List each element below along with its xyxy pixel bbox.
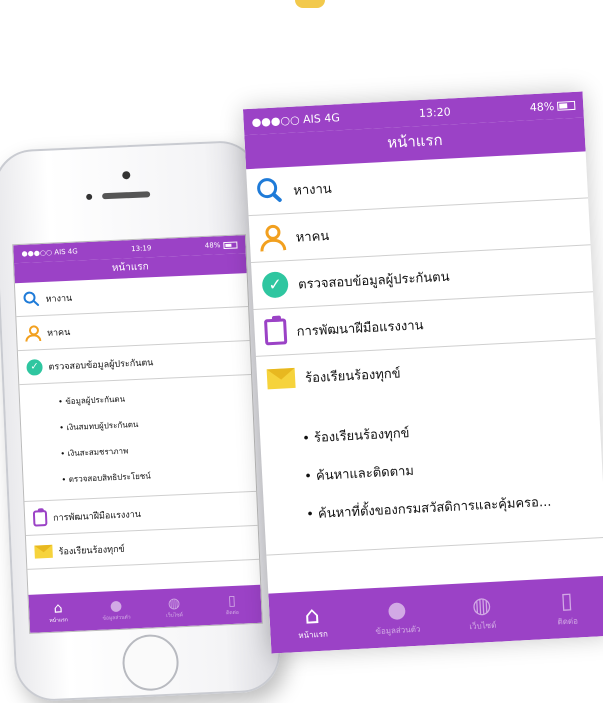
clipboard-icon (32, 507, 48, 527)
clipboard-icon (264, 315, 288, 346)
globe-icon: ◍ (471, 592, 493, 619)
phone-sensor (86, 193, 93, 201)
profile-icon: ● (109, 597, 123, 615)
check-circle-icon: ✓ (261, 271, 289, 299)
carrier-label: ●●●○○ AIS 4G (251, 110, 341, 129)
menu-item-label: การพัฒนาฝีมือแรงงาน (296, 317, 424, 340)
tab-website[interactable]: ◍ เว็บไซต์ (144, 587, 204, 627)
tab-label: เว็บไซต์ (165, 612, 184, 619)
phone-speaker (102, 191, 151, 200)
mail-icon (34, 544, 53, 559)
menu-item-label: ร้องเรียนร้องทุกข์ (58, 544, 125, 558)
tab-contact[interactable]: ▯ ติดต่อ (523, 576, 603, 640)
phone-screen: ●●●○○ AIS 4G 13:19 48% หน้าแรก หางาน หาค… (12, 234, 263, 634)
menu-item-label: ร้องเรียนร้องทุกข์ (304, 365, 401, 386)
profile-icon: ● (386, 596, 408, 623)
menu-item-label: การพัฒนาฝีมือแรงงาน (52, 509, 142, 524)
battery-indicator: 48% (204, 240, 238, 250)
tab-website[interactable]: ◍ เว็บไซต์ (438, 580, 526, 644)
tab-label: หน้าแรก (298, 629, 329, 640)
tab-label: ติดต่อ (225, 609, 239, 617)
tab-label: หน้าแรก (49, 617, 68, 625)
app-screen-panel: ●●●○○ AIS 4G 13:20 48% หน้าแรก หางาน หาค… (242, 91, 603, 654)
search-icon (256, 177, 284, 204)
phone-icon: ▯ (559, 588, 574, 614)
tab-home[interactable]: ⌂ หน้าแรก (268, 589, 356, 653)
menu-item-label: ตรวจสอบข้อมูลผู้ประกันตน (297, 269, 450, 293)
check-circle-icon: ✓ (26, 358, 43, 376)
battery-icon (556, 100, 576, 111)
user-icon (259, 224, 287, 252)
battery-label: 48% (204, 241, 221, 250)
decorative-top-mark (295, 0, 325, 8)
tab-label: เว็บไซต์ (469, 620, 497, 631)
tab-profile[interactable]: ● ข้อมูลส่วนตัว (86, 590, 146, 630)
home-icon: ⌂ (53, 600, 63, 617)
submenu-list: • ร้องเรียนร้องทุกข์ • ค้นหาและติดตาม • … (258, 385, 603, 556)
home-icon: ⌂ (303, 600, 321, 630)
tab-bar: ⌂ หน้าแรก ● ข้อมูลส่วนตัว ◍ เว็บไซต์ ▯ ต… (28, 584, 262, 633)
battery-indicator: 48% (529, 98, 576, 114)
home-button[interactable] (121, 633, 180, 692)
phone-icon: ▯ (227, 592, 237, 610)
time-label: 13:20 (418, 104, 451, 120)
user-icon (25, 324, 42, 342)
tab-home[interactable]: ⌂ หน้าแรก (28, 592, 88, 632)
tab-label: ติดต่อ (557, 615, 579, 627)
tab-bar: ⌂ หน้าแรก ● ข้อมูลส่วนตัว ◍ เว็บไซต์ ▯ ต… (268, 575, 603, 654)
tab-label: ข้อมูลส่วนตัว (375, 624, 421, 636)
time-label: 13:19 (131, 244, 152, 254)
phone-mockup: ●●●○○ AIS 4G 13:19 48% หน้าแรก หางาน หาค… (0, 139, 282, 703)
search-icon (23, 290, 40, 308)
globe-icon: ◍ (167, 595, 181, 612)
menu-item-label: ตรวจสอบข้อมูลผู้ประกันตน (48, 357, 154, 373)
phone-camera (122, 171, 131, 180)
battery-label: 48% (529, 99, 555, 114)
menu-item-label: หางาน (292, 181, 333, 199)
tab-profile[interactable]: ● ข้อมูลส่วนตัว (353, 585, 441, 649)
menu-item-label: หางาน (45, 293, 73, 305)
submenu-list: • ข้อมูลผู้ประกันตน • เงินสมทบผู้ประกันต… (19, 374, 257, 502)
menu-item-label: หาคน (295, 228, 330, 246)
tab-contact[interactable]: ▯ ติดต่อ (202, 585, 262, 625)
carrier-label: ●●●○○ AIS 4G (21, 247, 78, 258)
menu-item-label: หาคน (46, 327, 71, 339)
mail-icon (266, 367, 296, 390)
tab-label: ข้อมูลส่วนตัว (102, 614, 131, 622)
battery-icon (223, 240, 238, 249)
